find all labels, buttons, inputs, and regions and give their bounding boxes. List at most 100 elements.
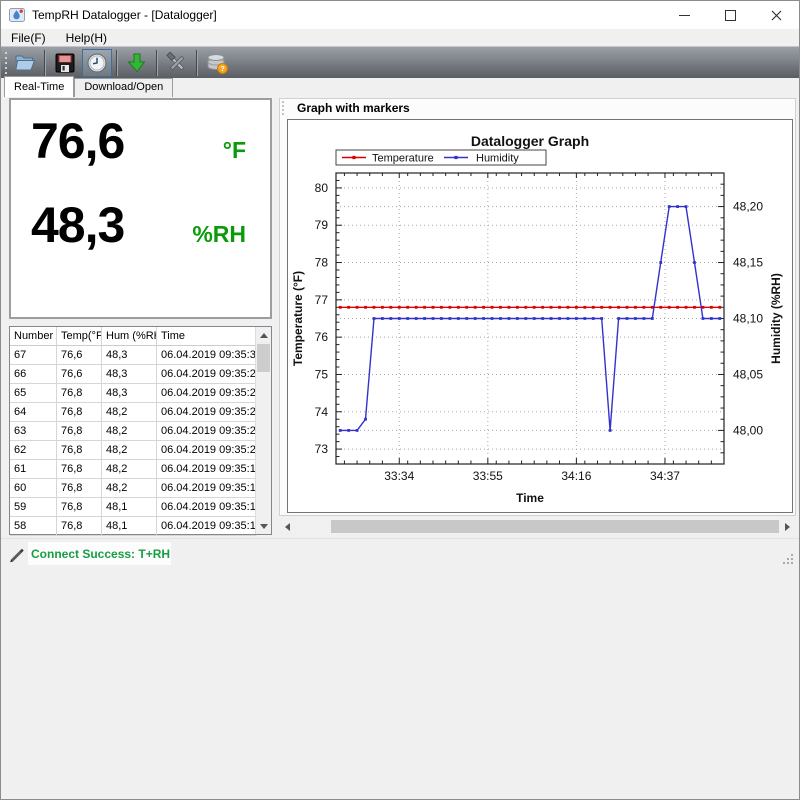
scrollbar-thumb[interactable] xyxy=(257,344,270,372)
toolbar-separator xyxy=(44,50,46,76)
tab-download-open[interactable]: Download/Open xyxy=(74,78,173,97)
status-bar: Connect Success: T+RH xyxy=(1,538,799,568)
chart-box: Datalogger Graph737475767778798048,0048,… xyxy=(287,119,793,513)
svg-text:79: 79 xyxy=(315,218,329,232)
settings-button[interactable] xyxy=(162,49,192,77)
chart-svg: Datalogger Graph737475767778798048,0048,… xyxy=(288,120,792,512)
status-message: Connect Success: T+RH xyxy=(31,547,170,561)
arrow-right-icon xyxy=(785,523,790,531)
column-header-temp[interactable]: Temp(°F) xyxy=(57,327,102,346)
svg-text:34:37: 34:37 xyxy=(650,469,680,483)
arrow-left-icon xyxy=(285,523,290,531)
table-cell: 48,1 xyxy=(102,517,157,536)
table-cell: 58 xyxy=(10,517,57,536)
table-cell: 76,8 xyxy=(57,403,102,422)
series-temperature xyxy=(339,306,721,309)
svg-text:48,15: 48,15 xyxy=(733,256,763,270)
tab-strip: Real-Time Download/Open xyxy=(4,79,173,97)
table-cell: 48,3 xyxy=(102,384,157,403)
device-info-button[interactable]: ? xyxy=(202,49,232,77)
svg-text:34:16: 34:16 xyxy=(561,469,591,483)
table-cell: 06.04.2019 09:35:16 xyxy=(157,479,256,498)
table-cell: 48,2 xyxy=(102,479,157,498)
svg-text:48,20: 48,20 xyxy=(733,200,763,214)
table-cell: 62 xyxy=(10,441,57,460)
download-arrow-icon xyxy=(125,51,149,75)
table-cell: 66 xyxy=(10,365,57,384)
tab-real-time[interactable]: Real-Time xyxy=(4,76,74,97)
table-cell: 48,3 xyxy=(102,346,157,365)
temperature-value: 76,6 xyxy=(31,112,124,170)
table-row[interactable]: 6576,848,306.04.2019 09:35:27 xyxy=(10,384,271,403)
table-row[interactable]: 6376,848,206.04.2019 09:35:23 xyxy=(10,422,271,441)
scroll-left-button[interactable] xyxy=(279,519,296,534)
table-row[interactable]: 6276,848,206.04.2019 09:35:21 xyxy=(10,441,271,460)
toolbar: ? xyxy=(1,46,799,78)
table-row[interactable]: 6076,848,206.04.2019 09:35:16 xyxy=(10,479,271,498)
table-cell: 76,8 xyxy=(57,460,102,479)
scroll-right-button[interactable] xyxy=(779,519,796,534)
resize-grip-icon[interactable] xyxy=(782,553,794,565)
table-row[interactable]: 6176,848,206.04.2019 09:35:18 xyxy=(10,460,271,479)
realtime-clock-button[interactable] xyxy=(82,49,112,77)
table-cell: 76,8 xyxy=(57,441,102,460)
menu-help[interactable]: Help(H) xyxy=(56,31,117,45)
minimize-icon xyxy=(679,15,690,16)
svg-text:33:55: 33:55 xyxy=(473,469,503,483)
table-cell: 64 xyxy=(10,403,57,422)
log-table: Number Temp(°F) Hum (%RH) Time 6776,648,… xyxy=(9,326,272,535)
table-cell: 06.04.2019 09:35:25 xyxy=(157,403,256,422)
table-cell: 06.04.2019 09:35:14 xyxy=(157,498,256,517)
table-row[interactable]: 6676,648,306.04.2019 09:35:29 xyxy=(10,365,271,384)
svg-text:48,10: 48,10 xyxy=(733,312,763,326)
readout-panel: 76,6 °F 48,3 %RH xyxy=(9,98,272,319)
temperature-unit: °F xyxy=(223,137,246,164)
column-header-number[interactable]: Number xyxy=(10,327,57,346)
download-button[interactable] xyxy=(122,49,152,77)
panel-grip[interactable] xyxy=(282,101,286,115)
toolbar-separator xyxy=(196,50,198,76)
close-icon xyxy=(771,10,782,21)
humidity-unit: %RH xyxy=(192,221,246,248)
tools-icon xyxy=(165,51,189,75)
table-cell: 48,2 xyxy=(102,460,157,479)
table-cell: 06.04.2019 09:35:18 xyxy=(157,460,256,479)
table-row[interactable]: 6776,648,306.04.2019 09:35:31 xyxy=(10,346,271,365)
open-file-button[interactable] xyxy=(10,49,40,77)
svg-text:Datalogger Graph: Datalogger Graph xyxy=(471,133,589,149)
graph-panel-header: Graph with markers xyxy=(280,99,795,117)
scroll-up-button[interactable] xyxy=(256,327,271,343)
window-title: TempRH Datalogger - [Datalogger] xyxy=(32,8,217,22)
table-cell: 65 xyxy=(10,384,57,403)
svg-text:80: 80 xyxy=(315,181,329,195)
column-header-hum[interactable]: Hum (%RH) xyxy=(102,327,157,346)
toolbar-separator xyxy=(156,50,158,76)
svg-text:74: 74 xyxy=(315,405,329,419)
chart-legend: TemperatureHumidity xyxy=(336,150,546,165)
menu-file[interactable]: File(F) xyxy=(1,31,56,45)
svg-text:73: 73 xyxy=(315,442,329,456)
table-cell: 48,2 xyxy=(102,422,157,441)
table-vertical-scrollbar[interactable] xyxy=(255,327,271,534)
minimize-button[interactable] xyxy=(661,1,707,29)
table-cell: 06.04.2019 09:35:27 xyxy=(157,384,256,403)
toolbar-grip[interactable] xyxy=(3,50,9,76)
svg-text:33:34: 33:34 xyxy=(384,469,414,483)
table-row[interactable]: 5876,848,106.04.2019 09:35:12 xyxy=(10,517,271,536)
svg-text:Temperature (°F): Temperature (°F) xyxy=(291,271,305,366)
close-button[interactable] xyxy=(753,1,799,29)
save-icon xyxy=(53,51,77,75)
save-button[interactable] xyxy=(50,49,80,77)
graph-horizontal-scrollbar[interactable] xyxy=(279,519,796,534)
svg-text:76: 76 xyxy=(315,330,329,344)
hscrollbar-thumb[interactable] xyxy=(331,520,779,533)
column-header-time[interactable]: Time xyxy=(157,327,256,346)
maximize-button[interactable] xyxy=(707,1,753,29)
clock-icon xyxy=(85,51,109,75)
table-row[interactable]: 5976,848,106.04.2019 09:35:14 xyxy=(10,498,271,517)
arrow-up-icon xyxy=(260,333,268,338)
table-row[interactable]: 6476,848,206.04.2019 09:35:25 xyxy=(10,403,271,422)
table-cell: 06.04.2019 09:35:21 xyxy=(157,441,256,460)
table-cell: 76,8 xyxy=(57,422,102,441)
scroll-down-button[interactable] xyxy=(256,518,271,534)
